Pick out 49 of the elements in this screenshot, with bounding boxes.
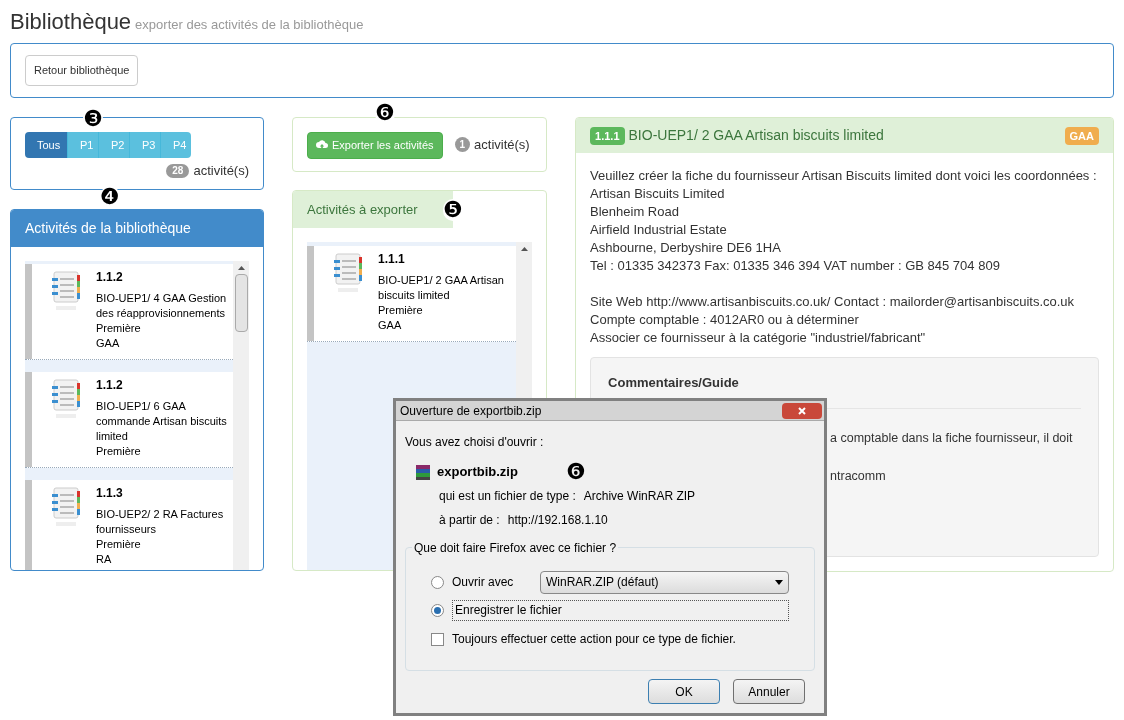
window-title: Ouverture de exportbib.zip [400, 402, 542, 420]
comment-line: a comptable dans la fiche fournisseur, il doit [830, 430, 1073, 447]
detail-line: Blenheim Road [590, 203, 680, 221]
detail-line: Ashbourne, Derbyshire DE6 1HA [590, 239, 782, 257]
detail-line: Airfield Industrial Estate [590, 221, 728, 239]
activity-title: BIO-UEP2/ 2 RA Factures fournisseurs [96, 507, 225, 537]
count-badge: 28 [166, 163, 190, 178]
count-label: activité(s) [474, 135, 530, 154]
activity-title: BIO-UEP1/ 6 GAA commande Artisan biscuits limited [96, 399, 228, 444]
source-label: à partir de : [439, 512, 500, 529]
file-name: exportbib.zip [437, 463, 518, 482]
activity-domain: RA [96, 552, 113, 567]
detail-line: Site Web http://www.artisanbiscuits.co.uk/ Contact : mailorder@artisanbiscuits.co.uk [590, 293, 1076, 311]
step-marker: ❺ [443, 199, 463, 221]
detail-line: Compte comptable : 4012AR0 ou à déterminer [590, 311, 860, 329]
step-marker: ❻ [565, 461, 586, 483]
code-label: 1.1.1 [590, 126, 625, 145]
domain-tag: GAA [1064, 126, 1099, 145]
dialog-intro: Vous avez choisi d'ouvrir : [405, 434, 545, 451]
page-title: Bibliothèque [10, 8, 132, 36]
activity-code: 1.1.1 [378, 252, 406, 267]
activity-title: BIO-UEP1/ 2 GAA Artisan biscuits limited [378, 273, 505, 303]
activity-level: Première [96, 537, 142, 552]
activity-code: 1.1.2 [96, 270, 124, 285]
activity-code: 1.1.3 [96, 486, 124, 501]
detail-title: BIO-UEP1/ 2 GAA Artisan biscuits limited [628, 126, 885, 145]
count-label: activité(s) [193, 162, 250, 180]
source-value: http://192.168.1.10 [507, 512, 608, 529]
activity-level: Première [378, 303, 424, 318]
detail-line: Tel : 01335 342373 Fax: 01335 346 394 VAT number : GB 845 704 809 [590, 257, 1001, 275]
activity-domain: GAA [378, 318, 403, 333]
page-subtitle: exporter des activités de la bibliothèque [135, 16, 364, 34]
step-marker: ❹ [100, 186, 120, 208]
type-value: Archive WinRAR ZIP [583, 488, 696, 505]
activity-title: BIO-UEP1/ 4 GAA Gestion des réapprovisionnements [96, 291, 228, 321]
detail-line: Artisan Biscuits Limited [590, 185, 726, 203]
detail-line: Veuillez créer la fiche du fournisseur Artisan Biscuits limited dont voici les coordonnées : [590, 167, 1098, 185]
activity-domain: GAA [96, 336, 121, 351]
type-label: qui est un fichier de type : [439, 488, 576, 505]
step-marker: ❻ [375, 102, 395, 124]
activity-level: Première [96, 321, 142, 336]
step-marker: ❸ [83, 108, 103, 130]
panel-heading: Activités de la bibliothèque [11, 210, 264, 247]
detail-line: Associer ce fournisseur à la catégorie "industriel/fabricant" [590, 329, 927, 347]
activity-code: 1.1.2 [96, 378, 124, 393]
comment-line: ntracomm [830, 468, 886, 485]
count-badge: 1 [454, 137, 471, 152]
activity-level: Première [96, 444, 142, 459]
comments-heading: Commentaires/Guide [608, 374, 740, 392]
